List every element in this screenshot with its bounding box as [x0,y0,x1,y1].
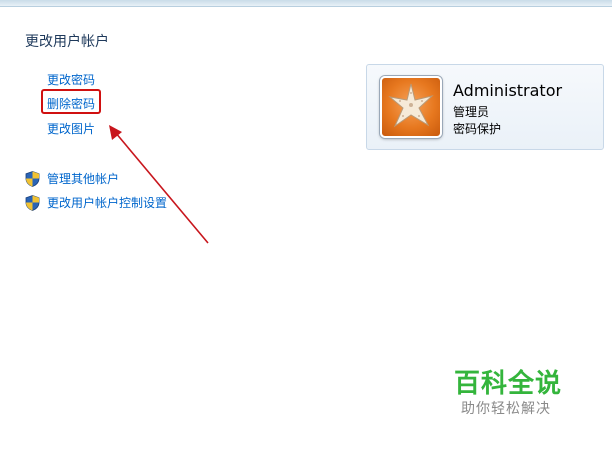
starfish-avatar-icon[interactable] [380,76,442,138]
manage-accounts-link[interactable]: 管理其他帐户 [47,170,119,187]
change-password-link[interactable]: 更改密码 [47,71,95,88]
account-card: Administrator 管理员 密码保护 [366,64,604,150]
account-type: 管理员 [453,105,490,119]
uac-settings-link[interactable]: 更改用户帐户控制设置 [47,194,167,211]
account-name: Administrator [453,81,563,100]
change-picture-link[interactable]: 更改图片 [47,120,95,137]
window-top-border [0,0,612,7]
account-status: 密码保护 [453,122,502,136]
highlight-box [41,89,101,114]
page-title: 更改用户帐户 [25,34,109,50]
uac-shield-icon [25,195,40,211]
uac-shield-icon [25,171,40,187]
watermark-subtitle: 助你轻松解决 [461,401,551,417]
watermark-title: 百科全说 [454,369,563,399]
